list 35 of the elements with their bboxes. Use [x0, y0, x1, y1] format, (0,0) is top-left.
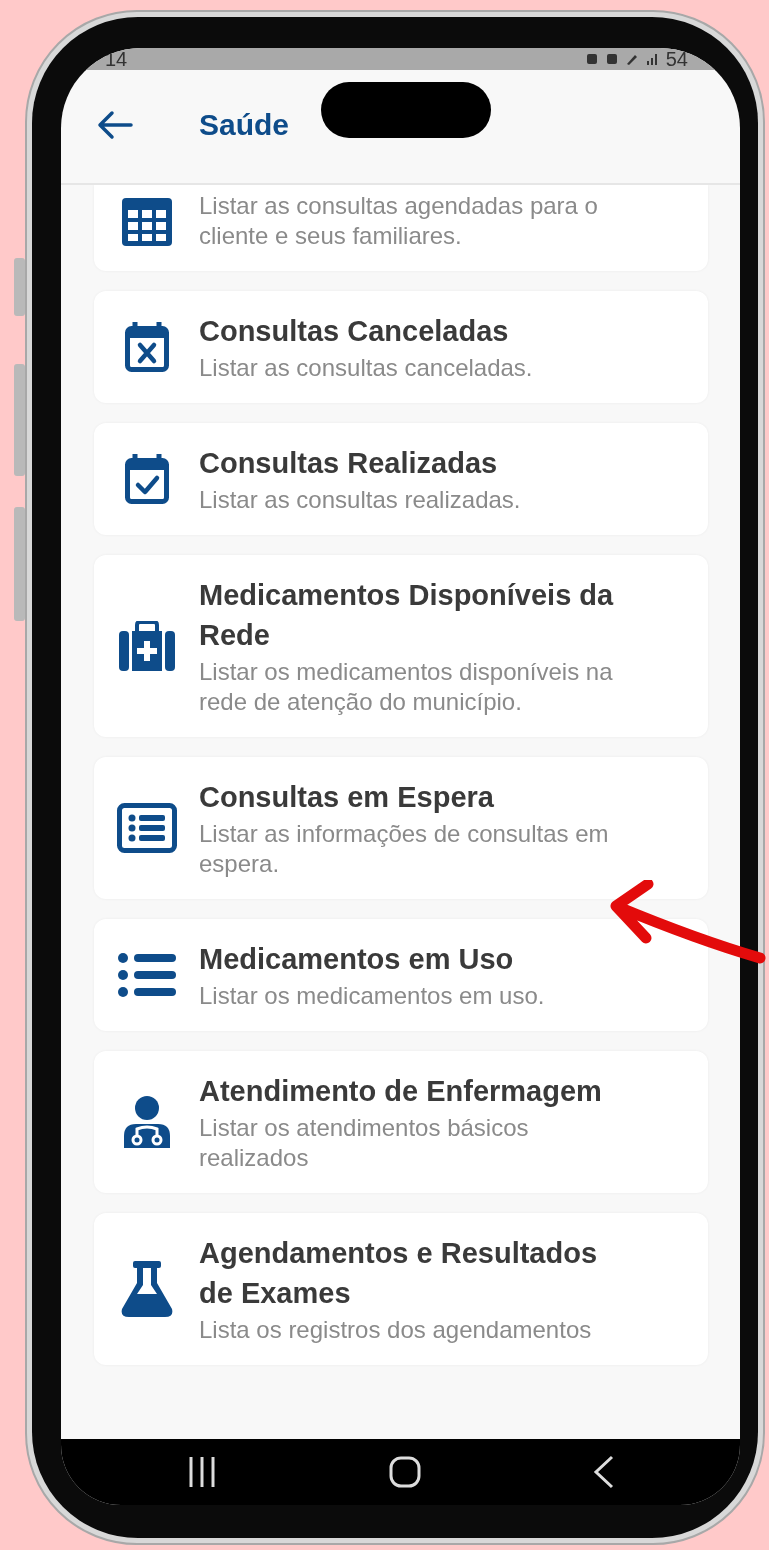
card-description: Listar os medicamentos em uso. — [199, 981, 546, 1011]
card-description: Listar os atendimentos básicos realizados — [199, 1113, 530, 1173]
card-title: Consultas em Espera — [199, 780, 495, 815]
back-arrow-icon[interactable] — [97, 109, 133, 140]
card-description: Listar as consultas canceladas. — [199, 353, 534, 383]
back-icon[interactable] — [592, 1455, 615, 1489]
card-title: Atendimento de Enfermagem — [199, 1074, 603, 1109]
battery-percent: 54 — [665, 49, 688, 69]
nurse-icon — [124, 1096, 170, 1148]
card-title: Agendamentos e Resultados de Exames — [199, 1236, 599, 1311]
calendar-x-icon — [125, 322, 169, 372]
menu-card[interactable]: Consultas Canceladas Listar as consultas canceladas. — [94, 291, 708, 403]
medical-kit-icon — [119, 621, 175, 671]
page-title: Saúde — [199, 107, 290, 142]
list-icon — [118, 953, 176, 997]
menu-card[interactable]: Medicamentos Disponíveis da Rede Listar os medicamentos disponíveis na rede de atenção do município. — [94, 555, 708, 737]
card-title: Consultas Realizadas — [199, 446, 499, 481]
menu-card[interactable]: Consultas em Espera Listar as informações de consultas em espera. — [94, 757, 708, 899]
card-description: Listar os medicamentos disponíveis na rede de atenção do município. — [199, 657, 614, 717]
calendar-check-icon — [125, 454, 169, 504]
card-description: Listar as consultas realizadas. — [199, 485, 522, 515]
card-title: Consultas Canceladas — [199, 314, 510, 349]
menu-card[interactable]: Consultas Realizadas Listar as consultas realizadas. — [94, 423, 708, 535]
card-description: Listar as informações de consultas em espera. — [199, 819, 610, 879]
card-title: Medicamentos em Uso — [199, 942, 515, 977]
card-title: Medicamentos Disponíveis da Rede — [199, 578, 615, 653]
menu-card[interactable]: Agendamentos e Resultados de Exames Lista os registros dos agendamentos — [94, 1213, 708, 1365]
flask-icon — [121, 1261, 173, 1317]
card-description: Listar as consultas agendadas para o cliente e seus familiares. — [199, 191, 599, 251]
menu-card[interactable]: Atendimento de Enfermagem Listar os atendimentos básicos realizados — [94, 1051, 708, 1193]
signal-icon — [645, 52, 658, 66]
menu-card[interactable]: Medicamentos em Uso Listar os medicamentos em uso. — [94, 919, 708, 1031]
list-box-icon — [117, 803, 177, 853]
card-description: Lista os registros dos agendamentos — [199, 1315, 593, 1345]
home-icon[interactable] — [387, 1455, 422, 1489]
